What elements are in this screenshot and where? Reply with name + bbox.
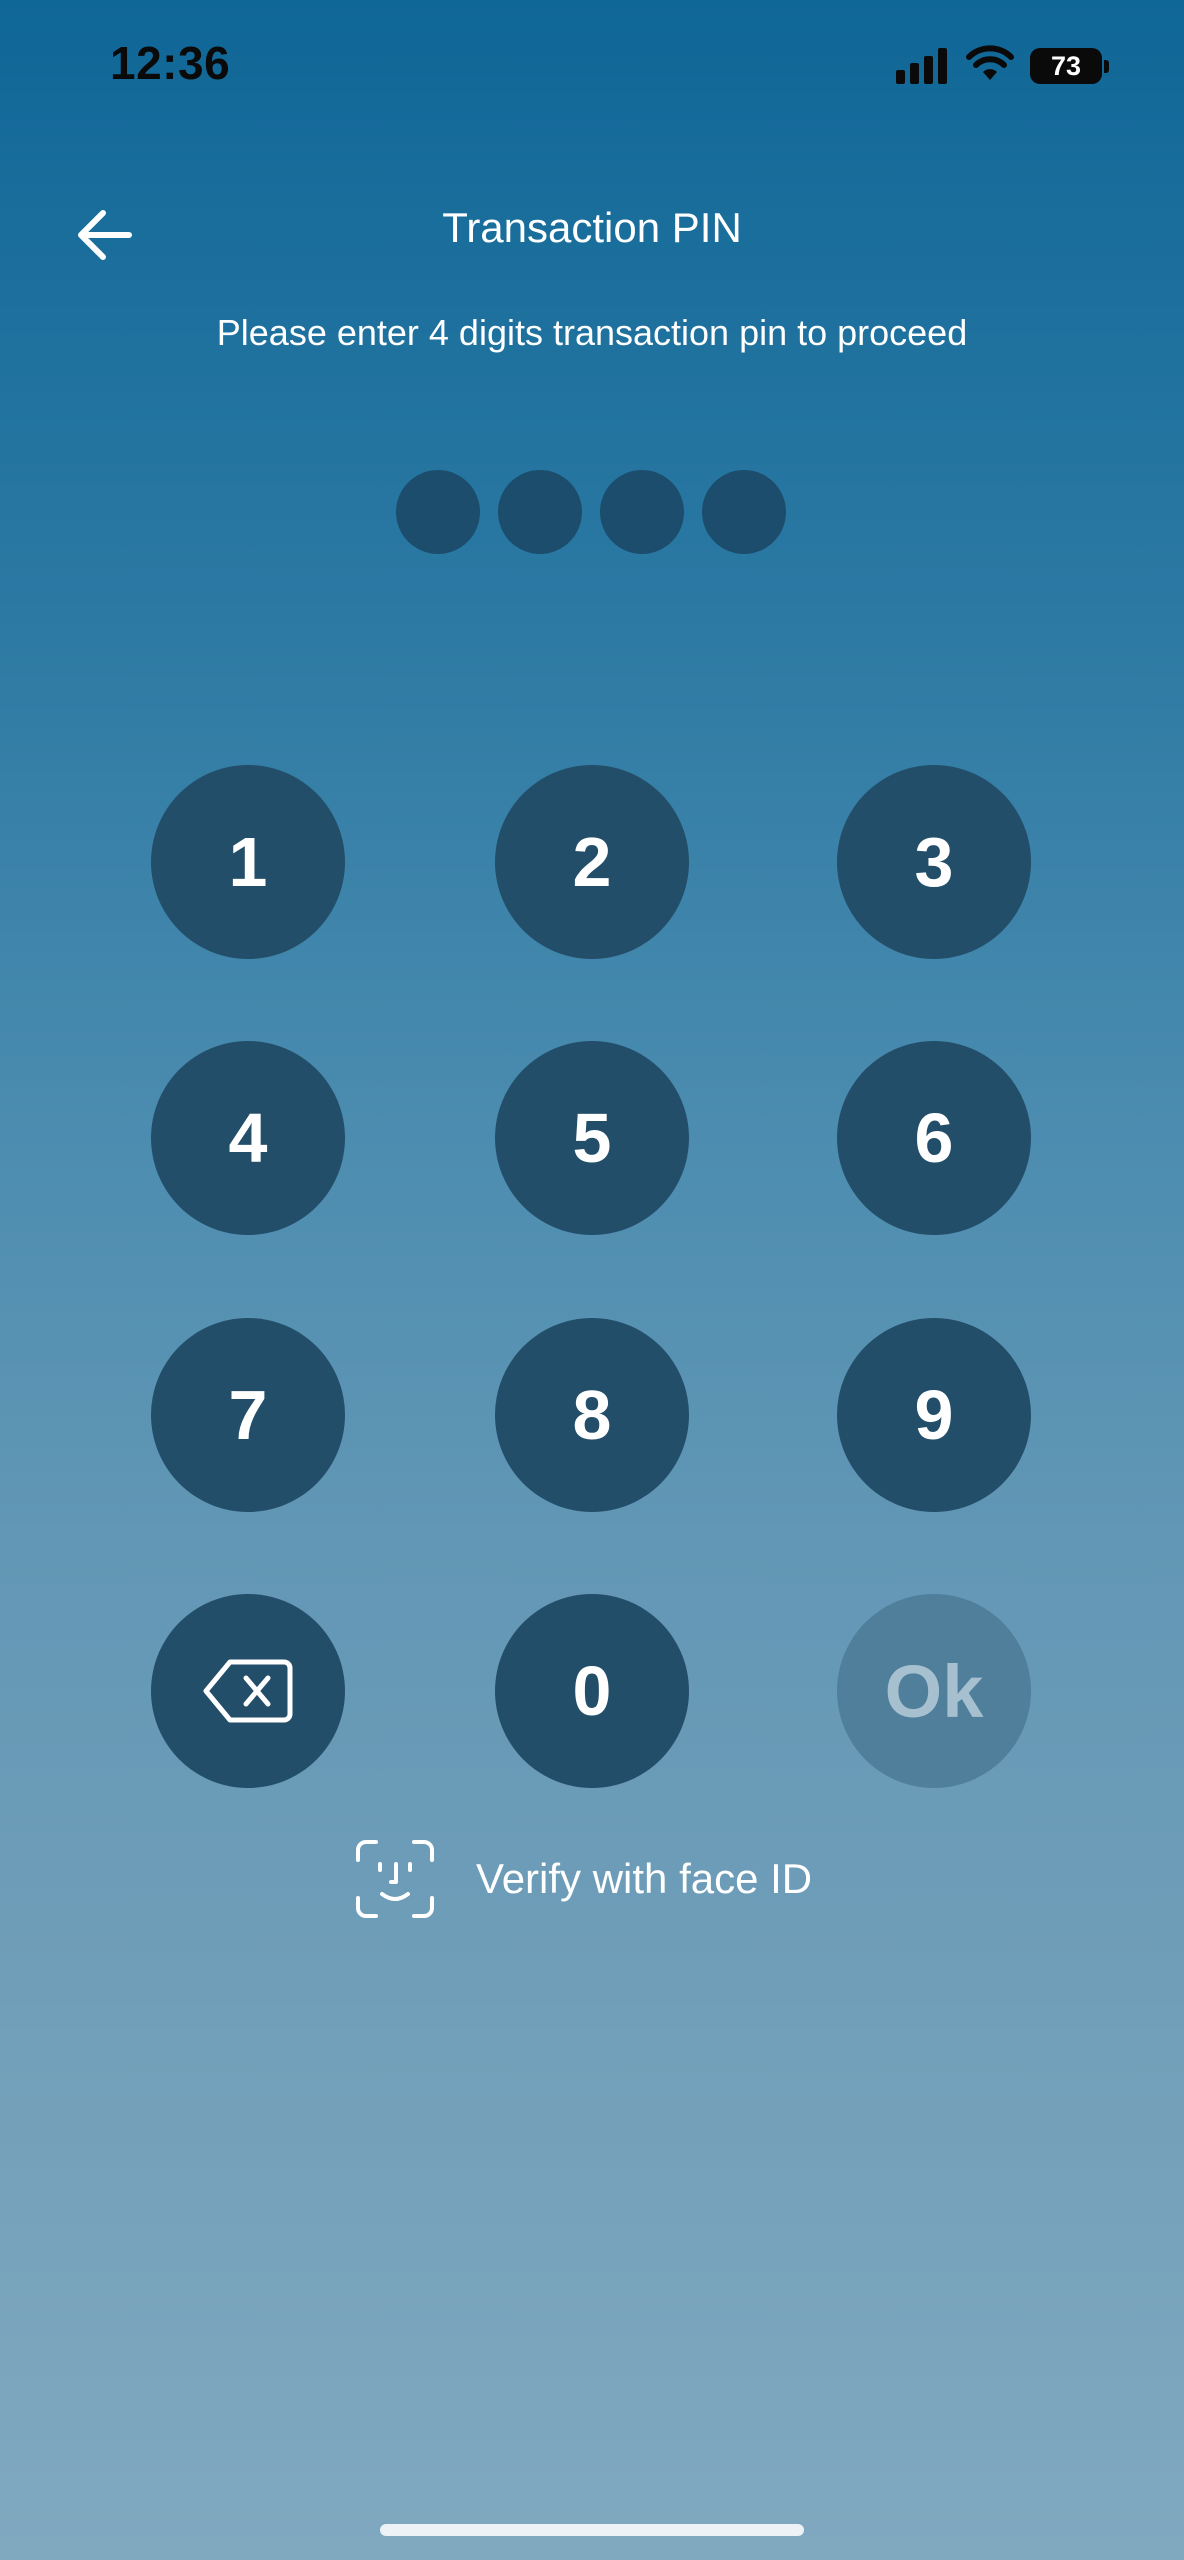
key-3[interactable]: 3: [837, 765, 1031, 959]
key-0[interactable]: 0: [495, 1594, 689, 1788]
face-id-button[interactable]: Verify with face ID: [354, 1838, 812, 1920]
key-2[interactable]: 2: [495, 765, 689, 959]
face-id-icon: [356, 1840, 434, 1918]
wifi-icon: [966, 45, 1014, 80]
key-7[interactable]: 7: [151, 1318, 345, 1512]
status-time: 12:36: [110, 37, 231, 89]
key-4[interactable]: 4: [151, 1041, 345, 1235]
backspace-icon: [203, 1659, 293, 1723]
key-6[interactable]: 6: [837, 1041, 1031, 1235]
pin-dot: [702, 470, 786, 554]
pin-indicator: [396, 470, 788, 554]
page-subtitle: Please enter 4 digits transaction pin to…: [216, 312, 968, 353]
backspace-button[interactable]: [151, 1594, 345, 1788]
pin-dot: [600, 470, 684, 554]
key-9[interactable]: 9: [837, 1318, 1031, 1512]
key-1[interactable]: 1: [151, 765, 345, 959]
face-id-label: Verify with face ID: [476, 1855, 813, 1902]
home-indicator[interactable]: [380, 2524, 804, 2536]
ok-button[interactable]: Ok: [837, 1594, 1031, 1788]
pin-dot: [498, 470, 582, 554]
battery-icon: 73: [1030, 48, 1102, 84]
battery-cap: [1104, 60, 1109, 73]
key-8[interactable]: 8: [495, 1318, 689, 1512]
page-title: Transaction PIN: [442, 204, 742, 251]
pin-dot: [396, 470, 480, 554]
cellular-signal-icon: [896, 46, 950, 84]
key-5[interactable]: 5: [495, 1041, 689, 1235]
